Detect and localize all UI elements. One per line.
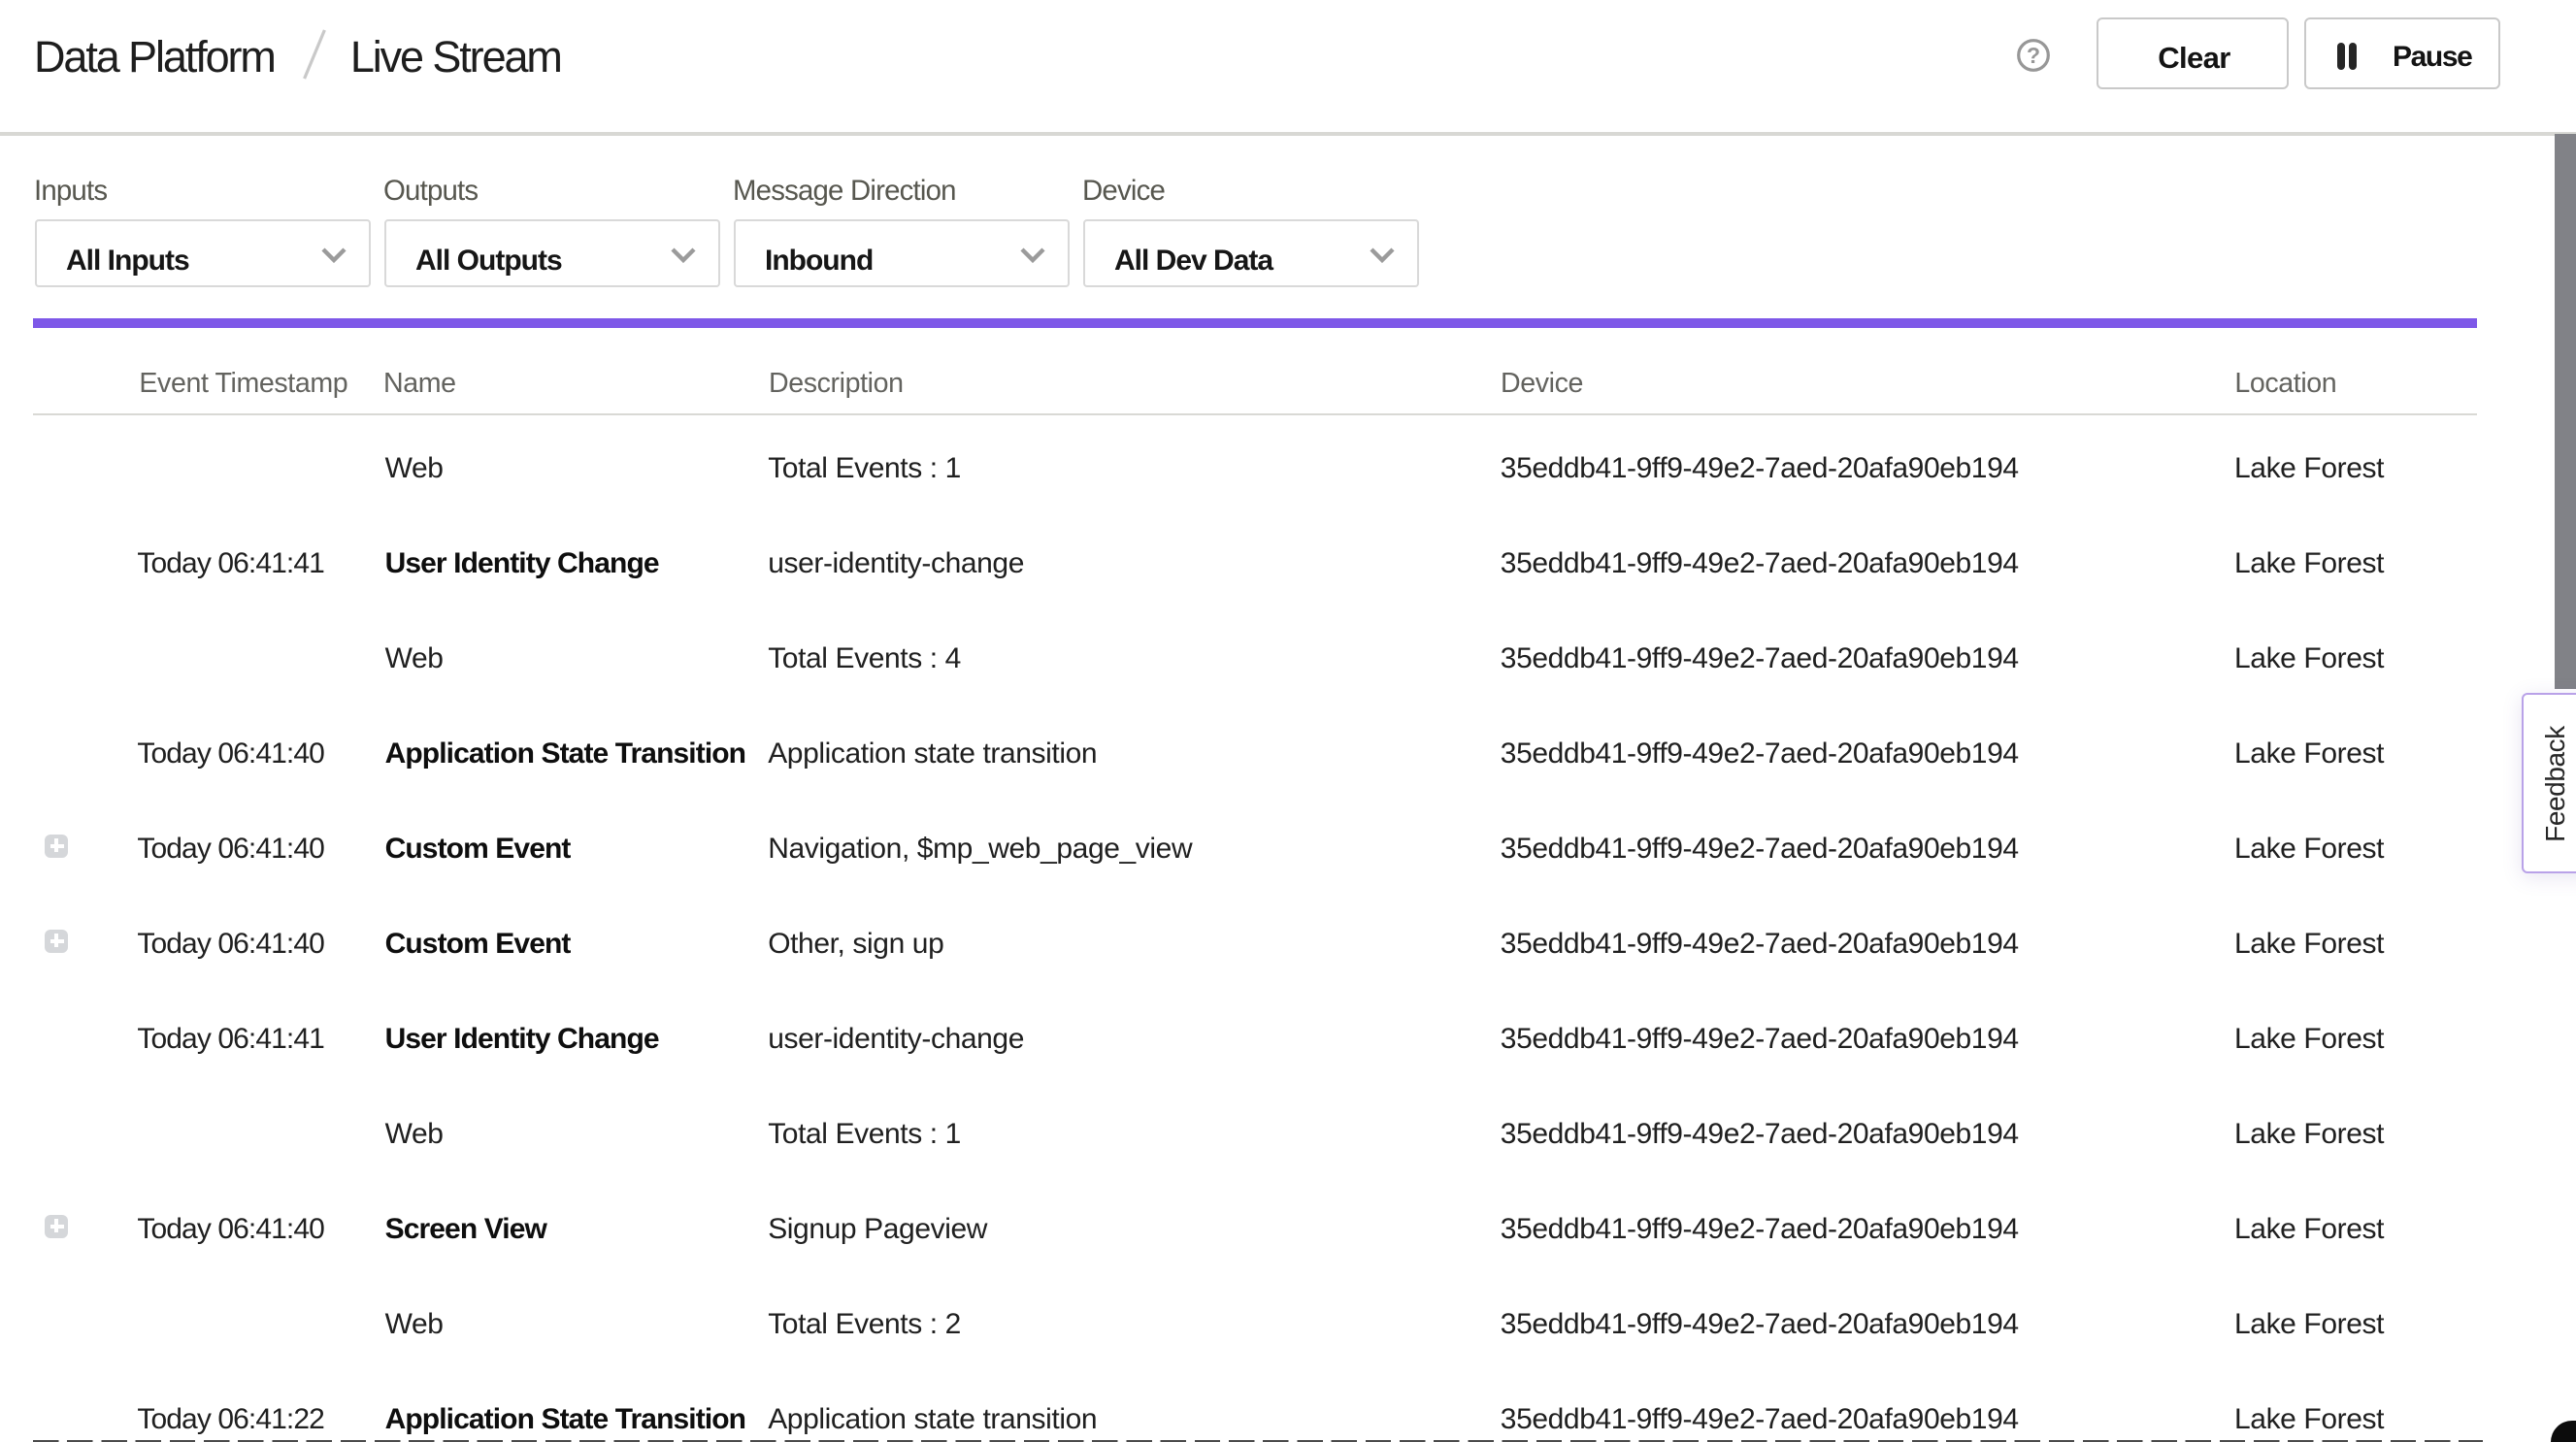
svg-text:?: ? (2026, 43, 2039, 68)
